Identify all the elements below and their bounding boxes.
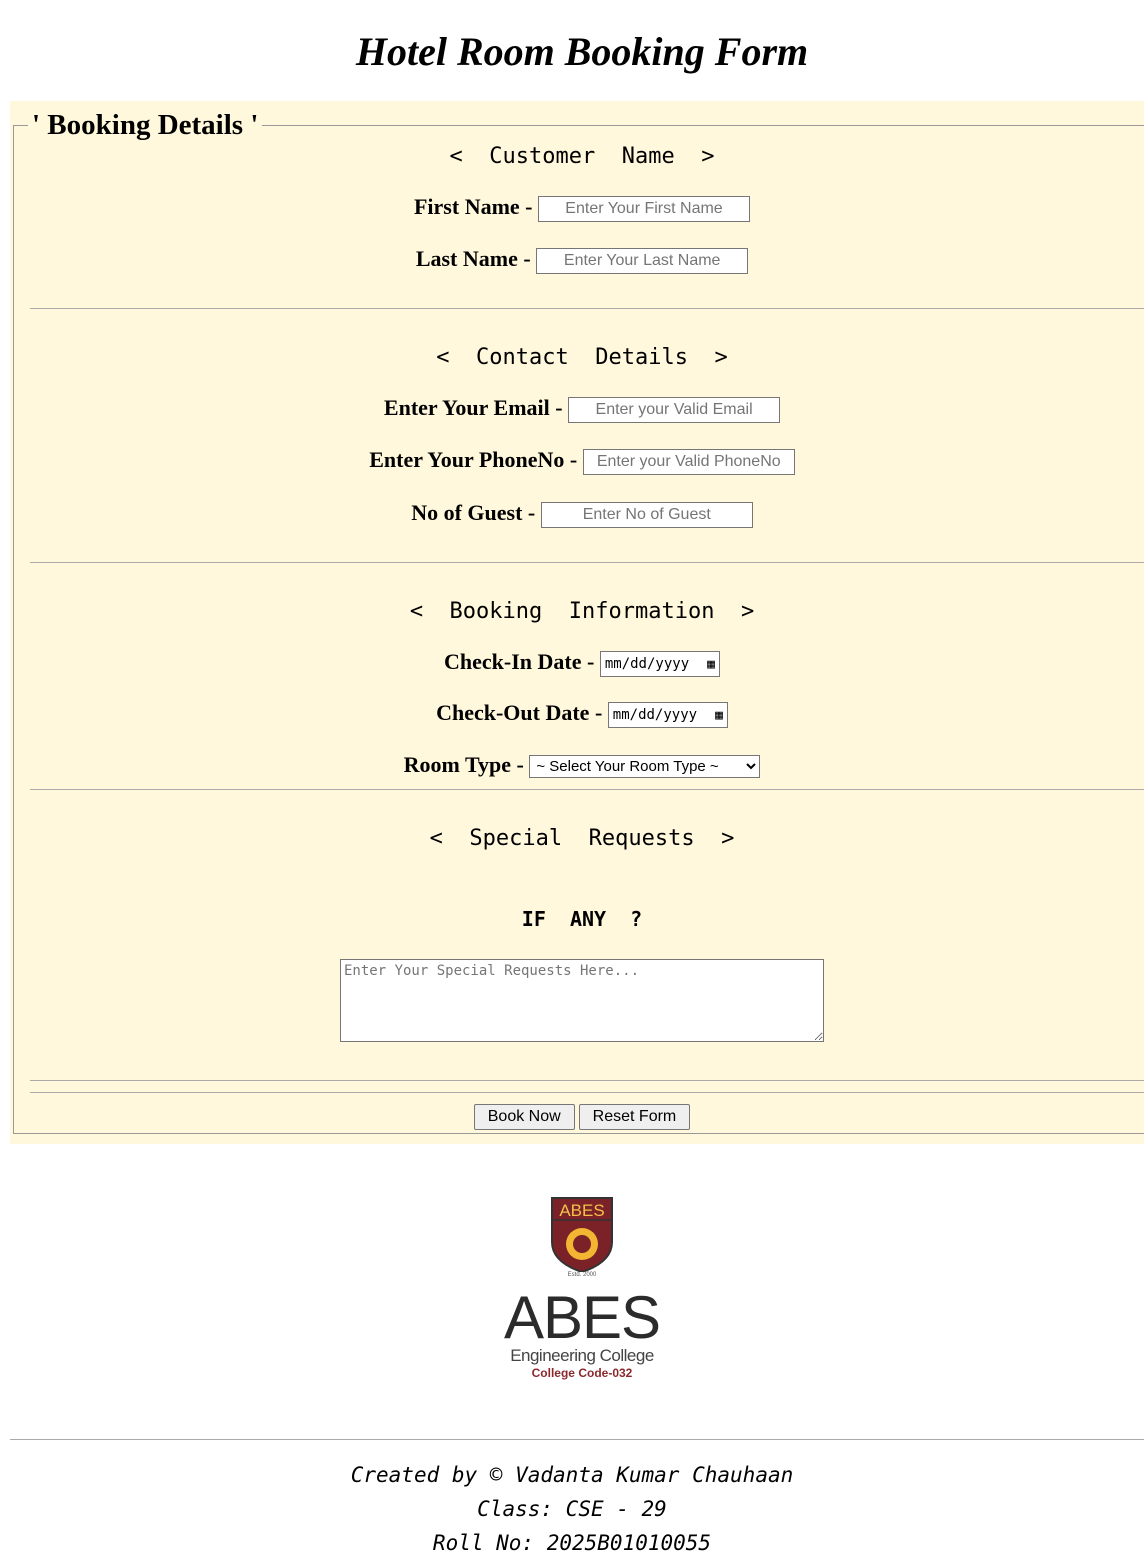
- divider: [30, 562, 1144, 563]
- footer-divider: [10, 1439, 1144, 1440]
- last-name-input[interactable]: [536, 247, 749, 274]
- guests-label: No of Guest -: [411, 500, 536, 525]
- checkin-date-input[interactable]: mm/dd/yyyy ▦: [599, 650, 720, 677]
- section-customer-name: < Customer Name >: [449, 144, 715, 169]
- svg-text:ABES: ABES: [559, 1201, 604, 1220]
- calendar-icon[interactable]: ▦: [715, 708, 723, 723]
- book-now-button[interactable]: Book Now: [473, 1104, 575, 1130]
- special-requests-textarea[interactable]: [340, 959, 824, 1042]
- phone-label: Enter Your PhoneNo -: [369, 447, 578, 472]
- section-special-requests: < Special Requests >: [429, 826, 735, 851]
- phone-input[interactable]: [582, 448, 795, 475]
- room-type-label: Room Type -: [403, 752, 524, 777]
- checkout-date-input[interactable]: mm/dd/yyyy ▦: [607, 701, 728, 728]
- divider: [30, 789, 1144, 790]
- checkin-label: Check-In Date -: [444, 649, 595, 674]
- first-name-input[interactable]: [538, 195, 750, 222]
- booking-form: ' Booking Details ' < Customer Name > Fi…: [10, 101, 1144, 1144]
- first-name-label: First Name -: [413, 194, 533, 219]
- page-title: Hotel Room Booking Form: [355, 29, 809, 74]
- guests-input[interactable]: [540, 501, 753, 528]
- footer-created-by: Created by © Vadanta Kumar Chauhaan: [350, 1463, 794, 1487]
- logo-subtitle: Engineering College: [510, 1346, 654, 1365]
- divider: [30, 1080, 1144, 1081]
- email-input[interactable]: [568, 396, 781, 423]
- section-booking-information: < Booking Information >: [409, 599, 755, 624]
- room-type-select[interactable]: ~ Select Your Room Type ~: [529, 755, 761, 779]
- checkout-value: mm/dd/yyyy: [612, 706, 698, 723]
- shield-emblem-icon: ABES: [551, 1197, 613, 1272]
- calendar-icon[interactable]: ▦: [707, 657, 715, 672]
- fieldset-legend: ' Booking Details ': [32, 109, 259, 141]
- footer: Created by © Vadanta Kumar Chauhaan Clas…: [0, 1458, 1144, 1560]
- if-any-heading: IF ANY ?: [521, 907, 643, 931]
- divider: [30, 1092, 1144, 1093]
- logo-estd: Estd. 2000: [567, 1272, 597, 1278]
- checkout-label: Check-Out Date -: [436, 700, 603, 725]
- logo-name: ABES: [503, 1284, 661, 1351]
- abes-logo: ABES Estd. 2000 ABES Engineering College…: [500, 1196, 664, 1391]
- reset-form-button[interactable]: Reset Form: [578, 1104, 691, 1130]
- divider: [30, 308, 1144, 309]
- checkin-value: mm/dd/yyyy: [604, 655, 690, 672]
- last-name-label: Last Name -: [415, 246, 531, 271]
- email-label: Enter Your Email -: [383, 395, 563, 420]
- footer-class: Class: CSE - 29: [477, 1497, 667, 1521]
- footer-roll-no: Roll No: 2025B01010055: [432, 1531, 712, 1555]
- section-contact-details: < Contact Details >: [436, 345, 728, 370]
- logo-college-code: College Code-032: [531, 1366, 633, 1380]
